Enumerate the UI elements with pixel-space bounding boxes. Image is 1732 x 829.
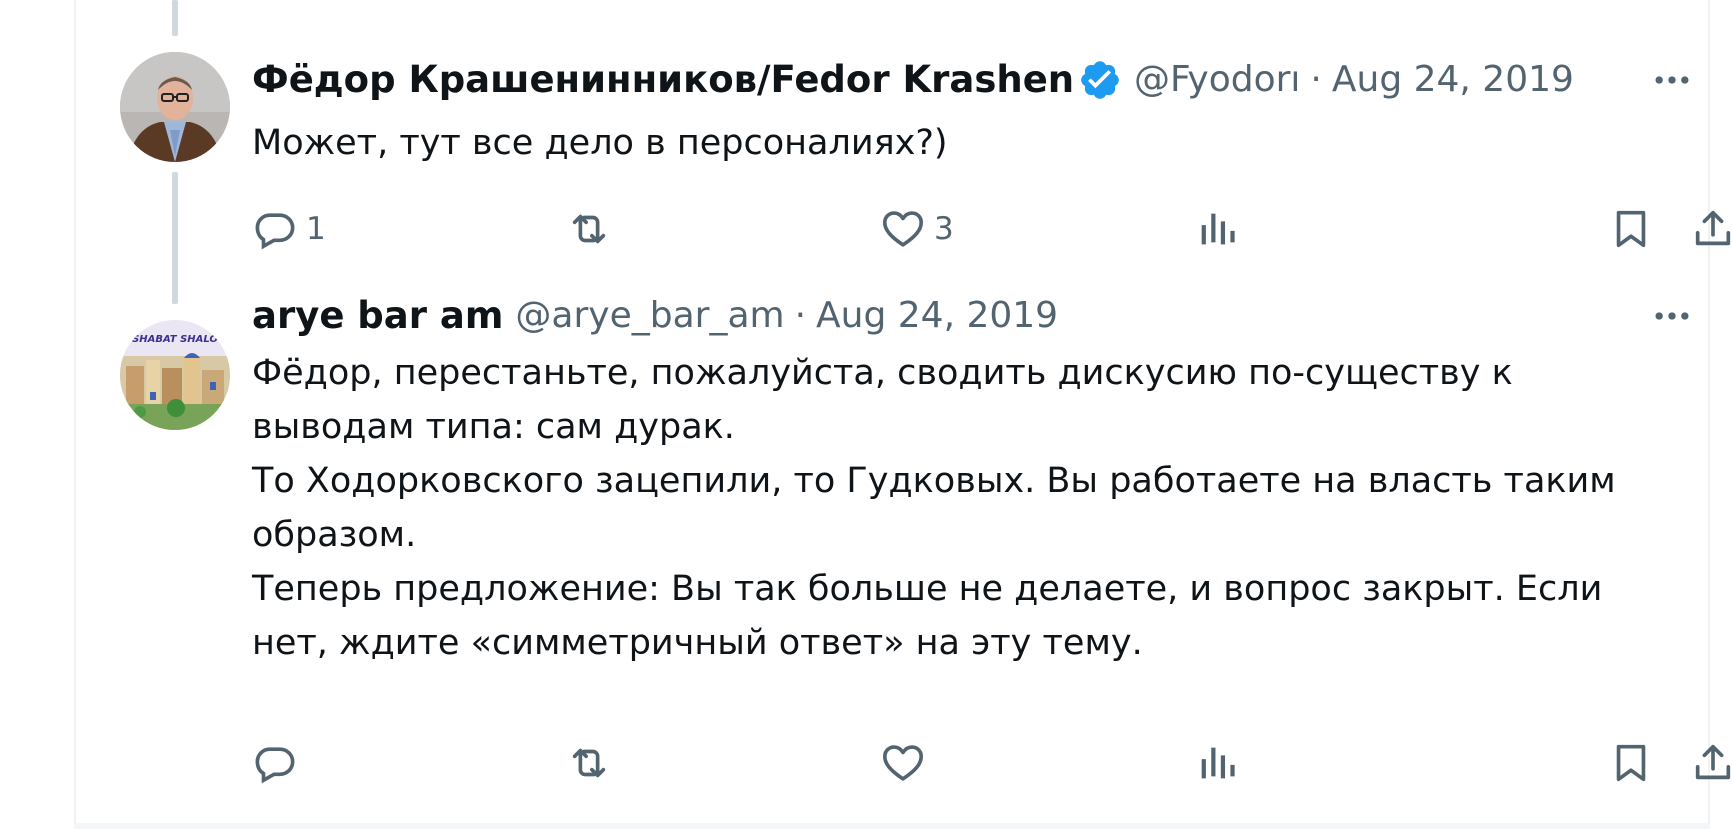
timestamp[interactable]: Aug 24, 2019 [1332, 58, 1574, 102]
tweet-2[interactable]: SHABAT SHALO arye bar am @arye_bar_am · … [74, 294, 1731, 820]
more-icon[interactable] [1650, 58, 1694, 102]
views-button[interactable] [1194, 738, 1240, 788]
timestamp[interactable]: Aug 24, 2019 [816, 294, 1058, 338]
bookmark-icon [1616, 744, 1646, 782]
verified-badge-icon[interactable] [1078, 58, 1122, 102]
handle[interactable]: @arye_bar_am [515, 294, 784, 338]
heart-icon [882, 211, 924, 247]
avatar[interactable]: SHABAT SHALO [120, 320, 230, 430]
bookmark-icon [1616, 210, 1646, 248]
reply-count: 1 [306, 211, 326, 247]
like-button[interactable] [880, 738, 926, 788]
heart-icon [882, 745, 924, 781]
share-icon [1695, 744, 1731, 780]
tweet-text-line: То Ходорковского зацепили, то Гудковых. … [252, 461, 1616, 501]
tweet-header: Фёдор Крашенинников/Fedor Krashenini @Fy… [252, 58, 1670, 102]
tweet-text-line: нет, ждите «симметричный ответ» на эту т… [252, 623, 1143, 663]
tweet-text-line: образом. [252, 515, 417, 555]
views-icon [1201, 213, 1235, 245]
avatar[interactable] [120, 52, 230, 162]
more-icon[interactable] [1650, 294, 1694, 338]
tweet-text-line: Теперь предложение: Вы так больше не дел… [252, 569, 1603, 609]
tweet-actions: 1 3 [252, 204, 1731, 254]
tweet-text-line: выводам типа: сам дурак. [252, 407, 735, 447]
views-icon [1201, 747, 1235, 779]
retweet-icon [572, 214, 606, 244]
like-count: 3 [934, 211, 954, 247]
reply-icon [255, 213, 295, 250]
share-icon [1695, 210, 1731, 246]
tweet-actions [252, 738, 1731, 788]
page: Фёдор Крашенинников/Fedor Krashenini @Fy… [0, 0, 1732, 829]
separator: · [1310, 59, 1322, 100]
bookmark-button[interactable] [1608, 738, 1654, 788]
tweet-text-line: Может, тут все дело в персоналиях?) [252, 123, 948, 163]
reply-icon [255, 747, 295, 784]
share-button[interactable] [1690, 738, 1732, 788]
retweet-button[interactable] [566, 204, 612, 254]
avatar-photo [120, 52, 230, 162]
display-name[interactable]: Фёдор Крашенинников/Fedor Krashenini [252, 58, 1072, 102]
bookmark-button[interactable] [1608, 204, 1654, 254]
tweet-text-line: Фёдор, перестаньте, пожалуйста, сводить … [252, 353, 1513, 393]
tweet-text: Фёдор, перестаньте, пожалуйста, сводить … [252, 346, 1630, 670]
views-button[interactable] [1194, 204, 1240, 254]
tweet-1[interactable]: Фёдор Крашенинников/Fedor Krashenini @Fy… [74, 0, 1731, 290]
timeline-divider [74, 823, 1710, 829]
retweet-button[interactable] [566, 738, 612, 788]
separator: · [794, 295, 807, 336]
retweet-icon [572, 748, 606, 778]
display-name[interactable]: arye bar am [252, 294, 503, 338]
avatar-illustration: SHABAT SHALO [120, 320, 230, 430]
reply-button[interactable] [252, 738, 298, 788]
handle[interactable]: @Fyodorı [1134, 58, 1300, 102]
share-button[interactable] [1690, 204, 1732, 254]
tweet-header: arye bar am @arye_bar_am · Aug 24, 2019 [252, 294, 1670, 338]
tweet-text: Может, тут все дело в персоналиях?) [252, 116, 1630, 170]
avatar-caption: SHABAT SHALO [132, 334, 218, 345]
like-button[interactable]: 3 [880, 204, 954, 254]
reply-button[interactable]: 1 [252, 204, 326, 254]
